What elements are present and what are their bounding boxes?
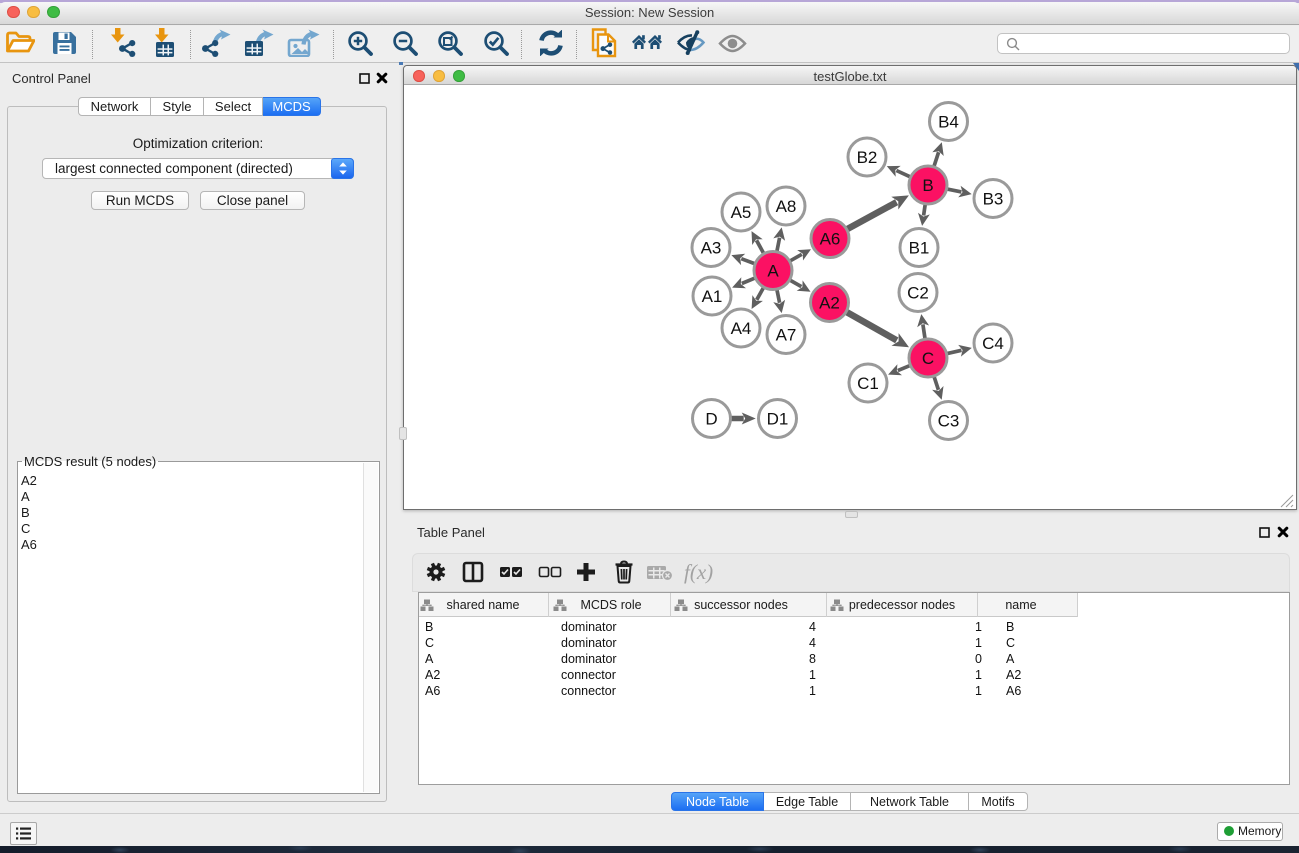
svg-text:C3: C3: [938, 412, 960, 431]
svg-text:B: B: [922, 176, 933, 195]
svg-text:A1: A1: [702, 287, 723, 306]
svg-text:B2: B2: [857, 148, 878, 167]
svg-text:B3: B3: [983, 190, 1004, 209]
svg-text:C: C: [922, 349, 934, 368]
svg-text:D: D: [705, 410, 717, 429]
svg-text:A2: A2: [819, 294, 840, 313]
svg-text:A3: A3: [701, 239, 722, 258]
svg-text:C4: C4: [982, 334, 1004, 353]
svg-text:A8: A8: [776, 197, 797, 216]
svg-text:A7: A7: [776, 326, 797, 345]
svg-text:A6: A6: [820, 230, 841, 249]
svg-text:D1: D1: [767, 410, 789, 429]
svg-text:A5: A5: [731, 203, 752, 222]
svg-text:B1: B1: [909, 239, 930, 258]
svg-text:C1: C1: [857, 374, 879, 393]
svg-text:A4: A4: [731, 319, 752, 338]
svg-text:C2: C2: [907, 284, 929, 303]
svg-text:A: A: [767, 262, 779, 281]
svg-text:B4: B4: [938, 113, 959, 132]
